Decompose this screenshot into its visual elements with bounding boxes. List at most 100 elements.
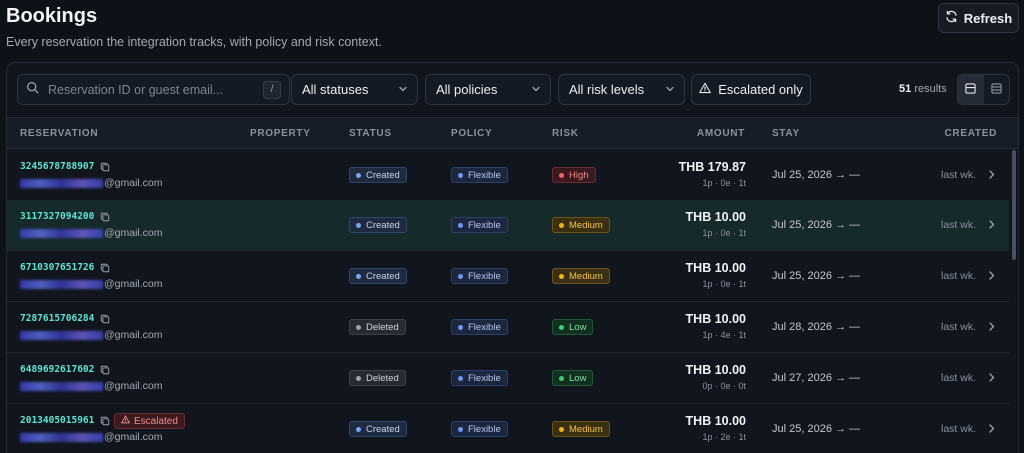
guest-counts: 1p · 0e · 1t (702, 279, 746, 289)
column-header-policy[interactable]: POLICY (451, 128, 492, 139)
risk-label: Low (569, 321, 587, 333)
copy-icon[interactable] (100, 314, 110, 324)
page-title: Bookings (6, 5, 98, 27)
policy-label: Flexible (468, 321, 501, 333)
redacted-email-local-part (20, 279, 103, 289)
chevron-right-icon[interactable] (987, 372, 996, 383)
status-label: Created (366, 423, 400, 435)
chevron-right-icon[interactable] (987, 219, 996, 230)
guest-email: @gmail.com (20, 380, 163, 392)
table-view-icon (965, 81, 976, 99)
redacted-email-local-part (20, 432, 103, 442)
table-row[interactable]: 3117327094200 @gmail.com Created Flexibl… (7, 200, 1009, 251)
redacted-email-local-part (20, 330, 103, 340)
copy-icon[interactable] (100, 212, 110, 222)
copy-icon[interactable] (100, 416, 110, 426)
status-filter-value: All statuses (302, 82, 369, 97)
column-header-created[interactable]: CREATED (945, 128, 998, 139)
risk-label: Low (569, 372, 587, 384)
copy-icon[interactable] (100, 365, 110, 375)
guest-counts: 1p · 4e · 1t (702, 330, 746, 340)
policy-label: Flexible (468, 423, 501, 435)
search-input[interactable] (48, 82, 263, 97)
column-header-amount[interactable]: AMOUNT (697, 128, 745, 139)
policy-label: Flexible (468, 219, 501, 231)
risk-filter-select[interactable]: All risk levels (558, 74, 685, 105)
policy-badge: Flexible (451, 167, 508, 183)
escalated-badge: Escalated (114, 413, 185, 429)
risk-label: Medium (569, 219, 603, 231)
status-label: Created (366, 219, 400, 231)
bookings-panel: / All statuses All policies All risk lev… (6, 62, 1019, 453)
status-filter-select[interactable]: All statuses (291, 74, 418, 105)
chevron-right-icon[interactable] (987, 423, 996, 434)
view-toggle (957, 74, 1010, 105)
column-header-property[interactable]: PROPERTY (250, 128, 311, 139)
status-label: Created (366, 169, 400, 181)
policy-filter-select[interactable]: All policies (425, 74, 551, 105)
risk-label: Medium (569, 270, 603, 282)
policy-filter-value: All policies (436, 82, 498, 97)
escalated-label: Escalated (134, 415, 178, 427)
column-header-reservation[interactable]: RESERVATION (20, 128, 98, 139)
created-time: last wk. (940, 219, 976, 231)
column-header-status[interactable]: STATUS (349, 128, 392, 139)
reservation-id: 3117327094200 (20, 211, 110, 222)
status-badge: Created (349, 268, 407, 284)
table-row[interactable]: 2013405015961 Escalated @gmail.com Creat… (7, 404, 1009, 453)
reservation-id-text: 3117327094200 (20, 211, 95, 222)
table-row[interactable]: 7287615706284 @gmail.com Deleted Flexibl… (7, 302, 1009, 353)
column-header-stay[interactable]: STAY (772, 128, 800, 139)
table-row[interactable]: 6489692617602 @gmail.com Deleted Flexibl… (7, 353, 1009, 404)
amount-value: THB 179.87 (678, 160, 746, 174)
chevron-right-icon[interactable] (987, 270, 996, 281)
table-scrollbar[interactable] (1012, 150, 1016, 260)
list-view-button[interactable] (984, 75, 1010, 104)
amount-value: THB 10.00 (685, 261, 746, 275)
list-view-icon (991, 81, 1002, 99)
reservation-id-text: 6710307651726 (20, 262, 95, 273)
amount-value: THB 10.00 (685, 312, 746, 326)
created-time: last wk. (940, 270, 976, 282)
column-header-risk[interactable]: RISK (552, 128, 579, 139)
search-icon (26, 81, 48, 99)
table-view-button[interactable] (958, 75, 984, 104)
status-badge: Created (349, 167, 407, 183)
redacted-email-local-part (20, 178, 103, 188)
reservation-id-text: 3245678788907 (20, 161, 95, 172)
created-time: last wk. (940, 423, 976, 435)
stay-dates: Jul 25, 2026 → — (772, 219, 861, 231)
chevron-right-icon[interactable] (987, 321, 996, 332)
search-box[interactable]: / (17, 74, 290, 105)
policy-badge: Flexible (451, 217, 508, 233)
table-row[interactable]: 3245678788907 @gmail.com Created Flexibl… (7, 150, 1009, 201)
reservation-id-text: 6489692617602 (20, 364, 95, 375)
reservation-id-text: 2013405015961 (20, 415, 95, 426)
refresh-icon (945, 10, 958, 26)
policy-label: Flexible (468, 372, 501, 384)
table-header: RESERVATION PROPERTY STATUS POLICY RISK … (7, 117, 1018, 149)
escalated-only-toggle[interactable]: Escalated only (691, 74, 811, 105)
risk-filter-value: All risk levels (569, 82, 645, 97)
status-label: Deleted (366, 372, 399, 384)
guest-counts: 0p · 0e · 0t (702, 381, 746, 391)
warning-icon (699, 82, 712, 97)
stay-dates: Jul 25, 2026 → — (772, 423, 861, 435)
refresh-button[interactable]: Refresh (938, 3, 1019, 33)
results-count: 51 results (899, 83, 947, 95)
copy-icon[interactable] (100, 263, 110, 273)
risk-badge: High (552, 167, 596, 183)
chevron-down-icon (665, 82, 675, 97)
guest-email-domain: @gmail.com (104, 278, 163, 290)
guest-email-domain: @gmail.com (104, 431, 163, 443)
reservation-id: 6489692617602 (20, 364, 110, 375)
table-row[interactable]: 6710307651726 @gmail.com Created Flexibl… (7, 251, 1009, 302)
guest-email: @gmail.com (20, 227, 163, 239)
copy-icon[interactable] (100, 162, 110, 172)
chevron-down-icon (531, 82, 541, 97)
redacted-email-local-part (20, 228, 103, 238)
created-time: last wk. (940, 321, 976, 333)
stay-dates: Jul 27, 2026 → — (772, 372, 861, 384)
chevron-right-icon[interactable] (987, 169, 996, 180)
redacted-email-local-part (20, 381, 103, 391)
